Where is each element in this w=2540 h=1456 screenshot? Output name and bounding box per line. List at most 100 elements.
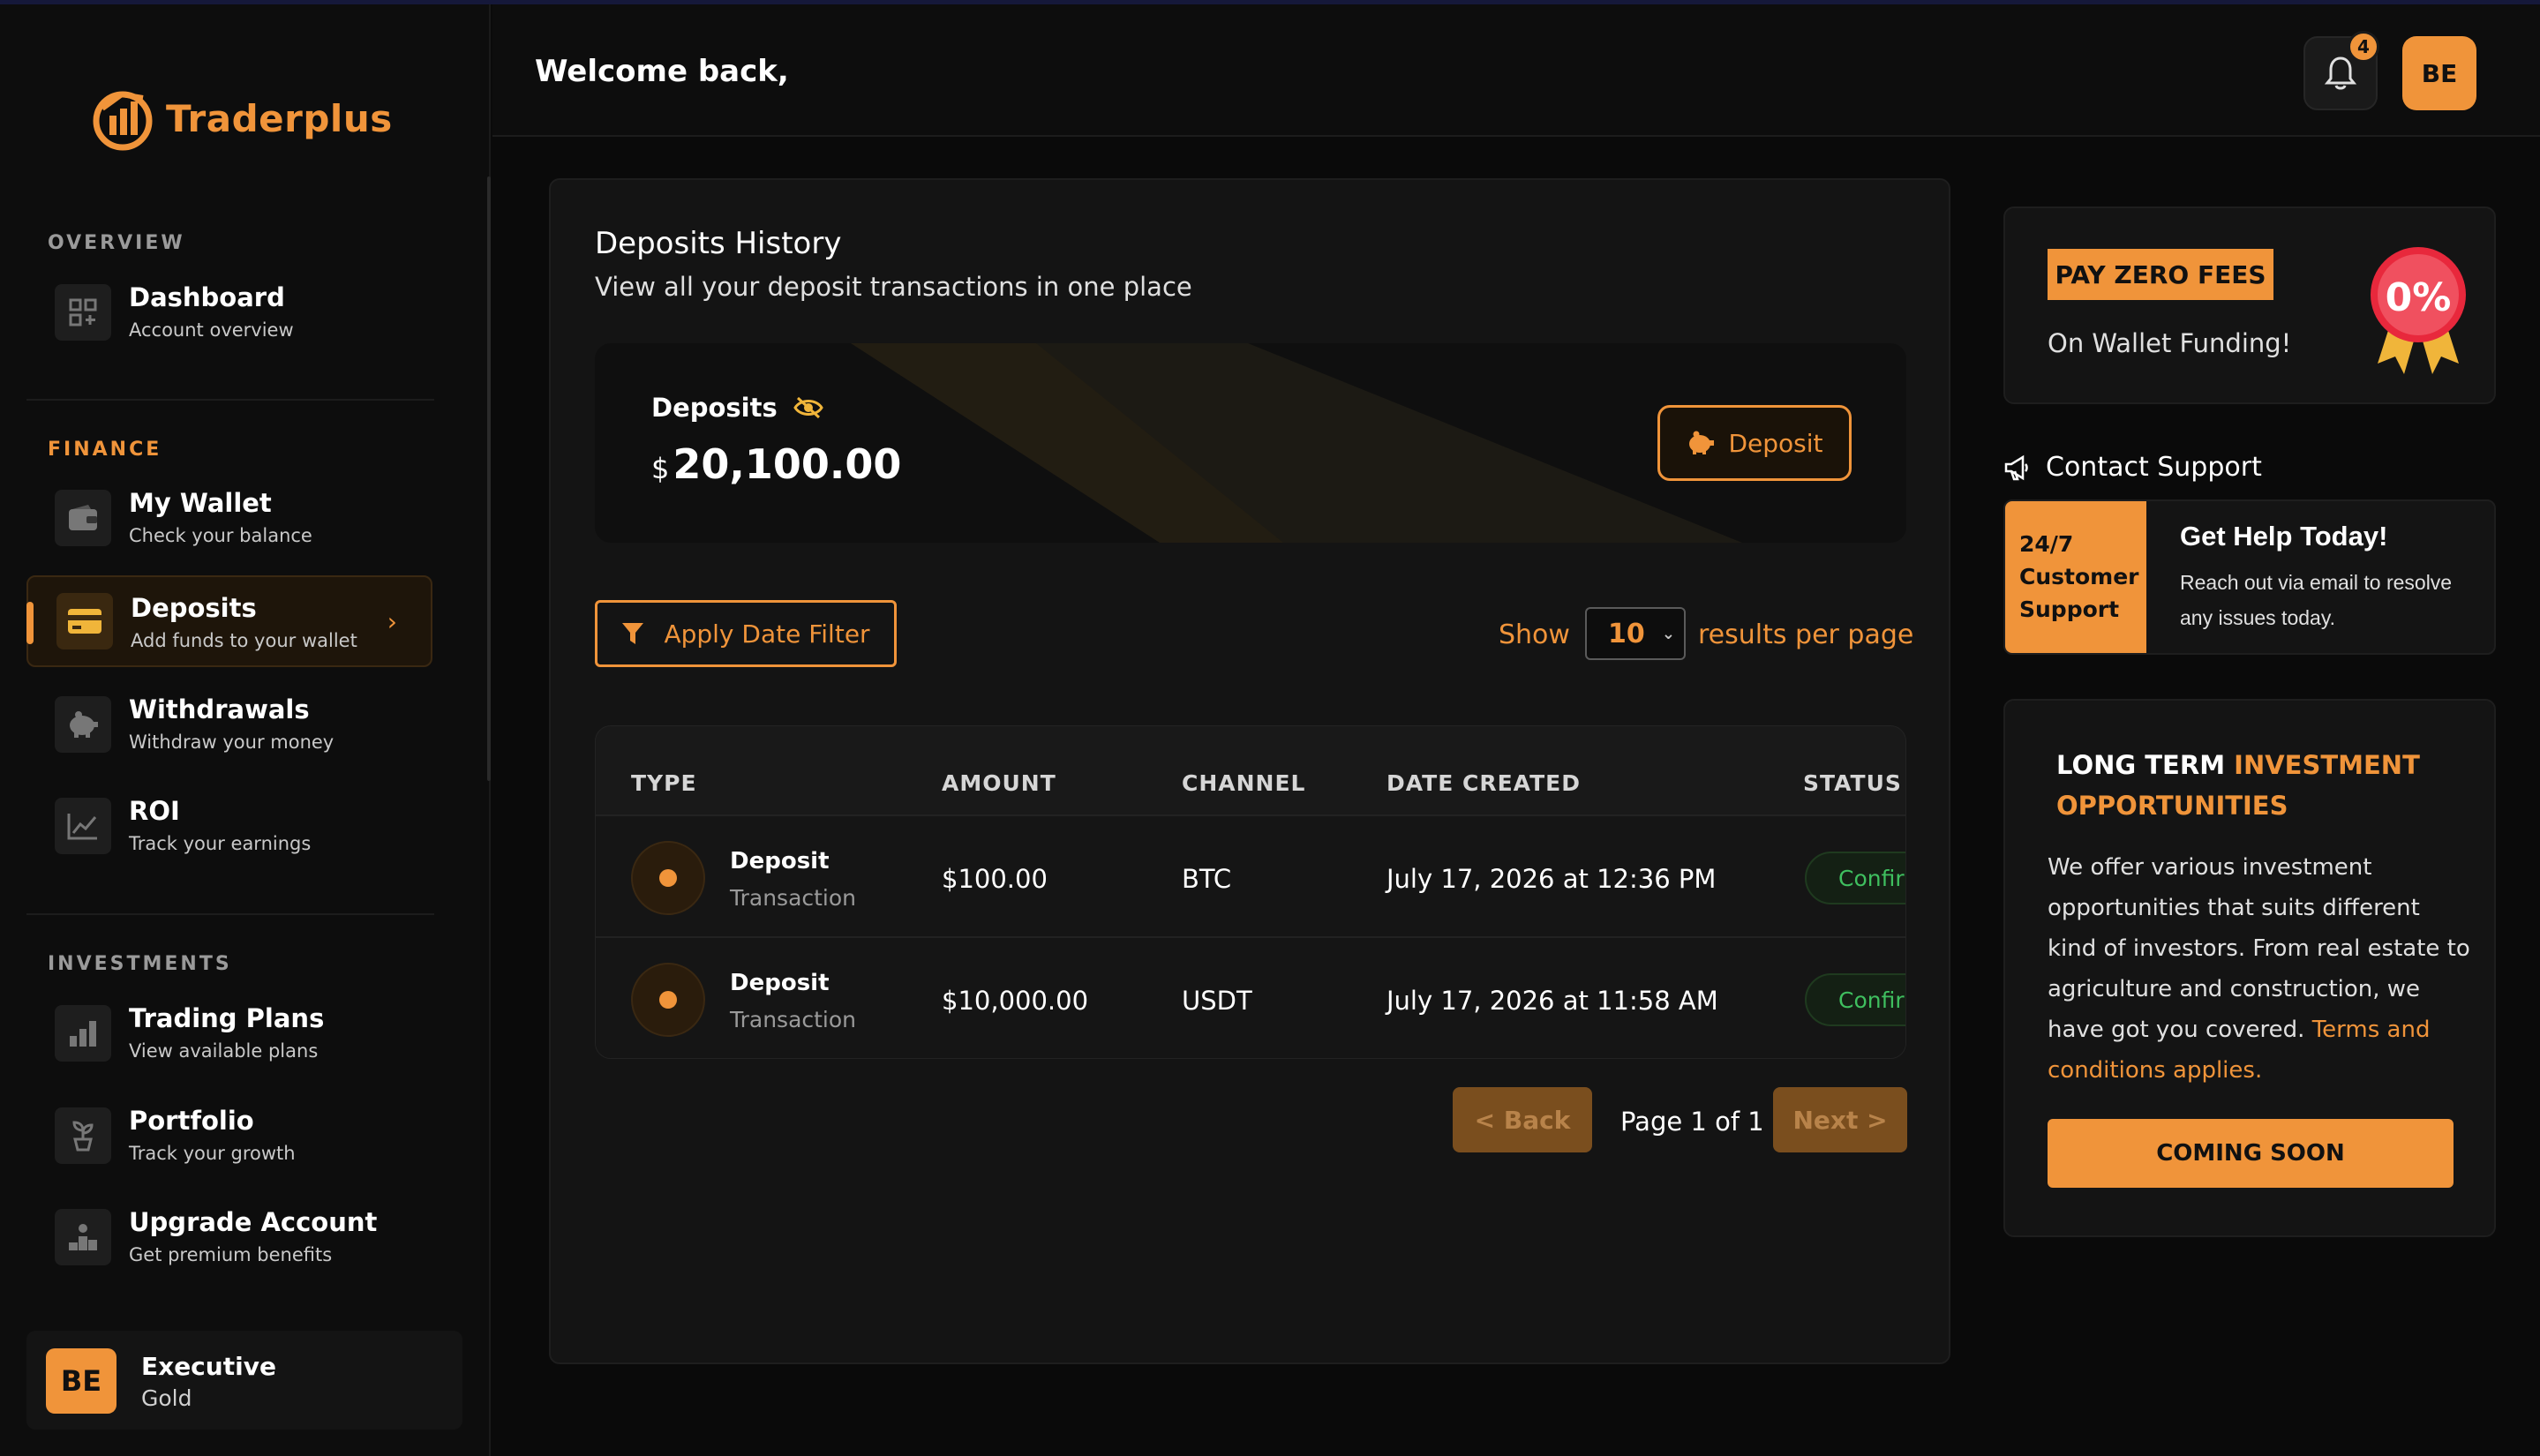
deposits-balance-box: Deposits $ 20,100.00 Deposit (595, 343, 1906, 543)
chart-line-icon (55, 798, 111, 854)
show-label: Show (1499, 619, 1570, 650)
deposits-table: TYPE AMOUNT CHANNEL DATE CREATED STATUS … (595, 725, 1906, 1059)
sidebar-item-roi[interactable]: ROI Track your earnings (26, 780, 432, 872)
plant-icon (55, 1107, 111, 1164)
sidebar-item-sublabel: Track your earnings (129, 833, 312, 854)
sidebar-item-my-wallet[interactable]: My Wallet Check your balance (26, 472, 432, 564)
coming-soon-button[interactable]: COMING SOON (2048, 1119, 2454, 1188)
bar-chart-icon (55, 1005, 111, 1062)
sidebar-item-withdrawals[interactable]: Withdrawals Withdraw your money (26, 679, 432, 770)
status-badge: Confirmed (1805, 973, 1905, 1026)
sidebar-item-dashboard[interactable]: Dashboard Account overview (26, 266, 432, 358)
sidebar-item-deposits[interactable]: Deposits Add funds to your wallet › (26, 575, 432, 667)
zero-fees-promo-card[interactable]: PAY ZERO FEES On Wallet Funding! 0% (2003, 206, 2496, 404)
podium-icon (55, 1209, 111, 1265)
welcome-text: Welcome back, (535, 54, 789, 89)
support-heading: Get Help Today! (2180, 521, 2388, 552)
promo-subtitle: On Wallet Funding! (2048, 328, 2292, 358)
chevron-right-icon: › (387, 607, 397, 636)
chevron-down-icon: ⌄ (1661, 625, 1675, 643)
transaction-type: Deposit (730, 970, 830, 996)
bell-icon (2324, 56, 2357, 90)
column-header-status: STATUS (1803, 770, 1902, 796)
apply-date-filter-button[interactable]: Apply Date Filter (595, 600, 897, 667)
sidebar-item-label: My Wallet (129, 488, 272, 518)
page-subtitle: View all your deposit transactions in on… (595, 272, 1192, 302)
transaction-channel: BTC (1182, 864, 1232, 894)
support-247-badge: 24/7 Customer Support (2005, 501, 2146, 653)
deposits-balance: $ 20,100.00 (651, 440, 902, 488)
section-label-overview: OVERVIEW (48, 232, 185, 254)
investment-heading: LONG TERM INVESTMENT OPPORTUNITIES (2056, 750, 2420, 821)
sidebar-item-label: Upgrade Account (129, 1207, 378, 1237)
medal-label: 0% (2386, 275, 2452, 320)
sidebar: Traderplus OVERVIEW Dashboard Account ov… (0, 4, 491, 1456)
user-card[interactable]: BE Executive Gold (26, 1331, 462, 1430)
sidebar-item-label: Portfolio (129, 1106, 254, 1136)
sidebar-item-sublabel: Add funds to your wallet (131, 630, 357, 651)
column-header-amount: AMOUNT (942, 770, 1056, 796)
section-label-finance: FINANCE (48, 439, 162, 461)
deposit-button[interactable]: Deposit (1657, 405, 1852, 481)
sidebar-item-sublabel: View available plans (129, 1040, 319, 1062)
transaction-type-sub: Transaction (730, 1007, 857, 1032)
avatar: BE (46, 1348, 116, 1414)
column-header-date: DATE CREATED (1386, 770, 1581, 796)
sidebar-divider (26, 913, 434, 915)
sidebar-item-sublabel: Withdraw your money (129, 732, 334, 753)
sidebar-item-label: Withdrawals (129, 694, 310, 724)
sidebar-item-sublabel: Account overview (129, 319, 294, 341)
transaction-type-icon (631, 963, 705, 1037)
column-header-type: TYPE (631, 770, 697, 796)
transaction-type-icon (631, 841, 705, 915)
sidebar-item-label: Deposits (131, 593, 257, 623)
notification-count-badge: 4 (2348, 31, 2379, 63)
status-badge: Confirmed (1805, 852, 1905, 904)
sidebar-item-trading-plans[interactable]: Trading Plans View available plans (26, 987, 432, 1079)
transaction-amount: $100.00 (942, 864, 1048, 894)
support-text: Reach out via email to resolve any issue… (2180, 571, 2453, 629)
logo-text: Traderplus (166, 96, 393, 140)
logo[interactable]: Traderplus (90, 86, 393, 151)
pagination-next-button[interactable]: Next > (1773, 1087, 1907, 1152)
piggy-bank-icon (55, 696, 111, 753)
sidebar-item-label: Trading Plans (129, 1003, 325, 1033)
column-header-channel: CHANNEL (1182, 770, 1306, 796)
active-indicator (26, 602, 34, 644)
header-avatar[interactable]: BE (2402, 36, 2476, 110)
piggy-bank-icon (1689, 431, 1715, 454)
transaction-type: Deposit (730, 848, 830, 874)
deposits-history-card: Deposits History View all your deposit t… (549, 178, 1950, 1364)
card-icon (56, 593, 113, 649)
eye-off-icon[interactable] (793, 396, 823, 419)
support-card[interactable]: 24/7 Customer Support Get Help Today! Re… (2003, 499, 2496, 655)
user-name: Executive (141, 1352, 276, 1381)
dashboard-icon (55, 284, 111, 341)
sidebar-item-label: Dashboard (129, 282, 285, 312)
contact-support-title: Contact Support (2003, 452, 2262, 483)
page-title: Deposits History (595, 226, 842, 261)
pagination-back-button[interactable]: < Back (1453, 1087, 1592, 1152)
pagination-info: Page 1 of 1 (1620, 1107, 1764, 1137)
sidebar-item-portfolio[interactable]: Portfolio Track your growth (26, 1090, 432, 1182)
zero-percent-medal-icon: 0% (2371, 247, 2466, 374)
logo-icon (93, 91, 153, 151)
table-row[interactable]: Deposit Transaction $10,000.00 USDT July… (596, 936, 1905, 1058)
transaction-amount: $10,000.00 (942, 986, 1089, 1016)
sidebar-item-upgrade-account[interactable]: Upgrade Account Get premium benefits (26, 1191, 432, 1283)
transaction-channel: USDT (1182, 986, 1252, 1016)
transaction-date: July 17, 2026 at 11:58 AM (1386, 986, 1718, 1016)
user-tier: Gold (141, 1385, 192, 1411)
table-row[interactable]: Deposit Transaction $100.00 BTC July 17,… (596, 814, 1905, 936)
sidebar-scrollbar[interactable] (487, 176, 491, 781)
transaction-type-sub: Transaction (730, 885, 857, 911)
results-per-page-label: results per page (1698, 619, 1914, 650)
filter-icon (622, 623, 644, 644)
top-header: Welcome back, 4 BE (492, 4, 2540, 137)
sidebar-item-sublabel: Check your balance (129, 525, 312, 546)
results-per-page-select[interactable]: 10 ⌄ (1585, 607, 1686, 660)
wallet-icon (55, 490, 111, 546)
sidebar-divider (26, 399, 434, 401)
transaction-date: July 17, 2026 at 12:36 PM (1386, 864, 1717, 894)
deposits-label: Deposits (651, 393, 823, 423)
